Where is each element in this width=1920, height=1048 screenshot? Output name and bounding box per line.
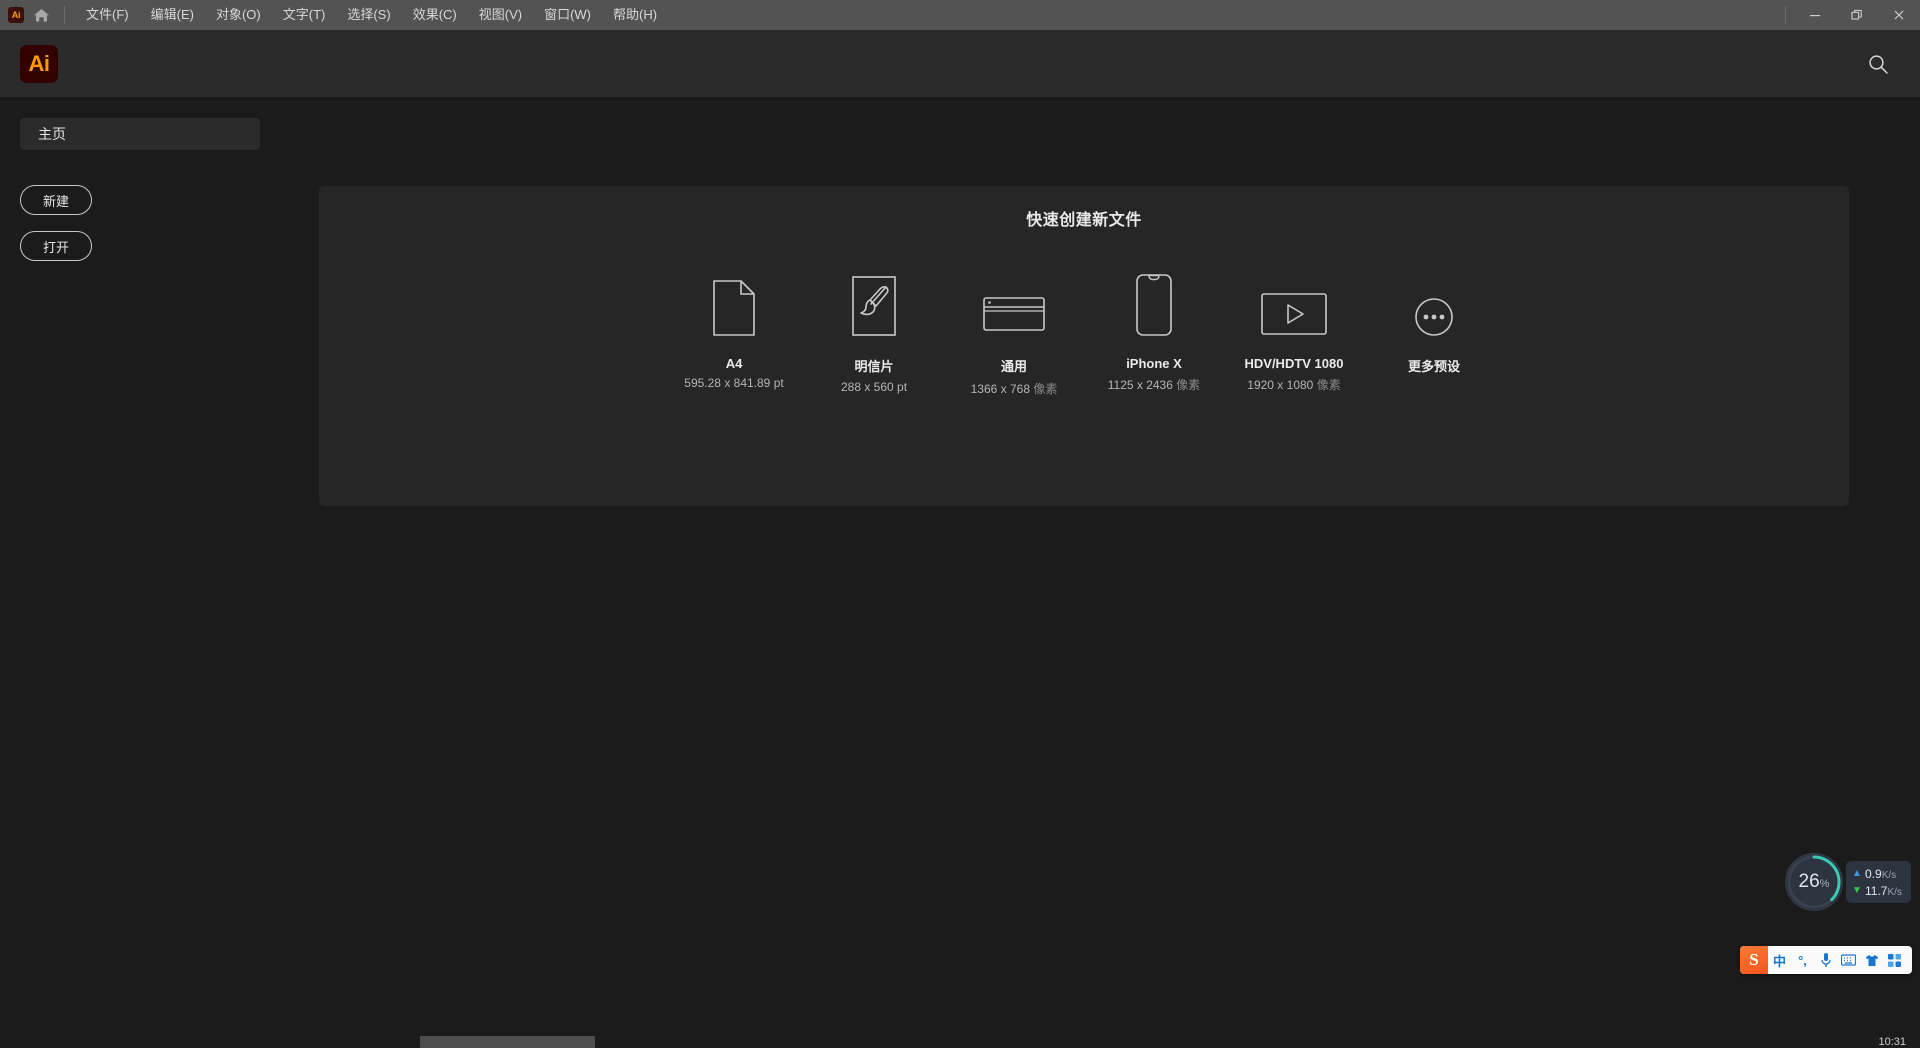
download-unit: K/s xyxy=(1887,886,1902,898)
preset-size-value: 595.28 x 841.89 pt xyxy=(684,376,784,390)
quick-create-panel: 快速创建新文件 A4 595.28 x 841.89 pt 明信片 288 x … xyxy=(319,186,1849,506)
panel-title: 快速创建新文件 xyxy=(1026,212,1142,229)
logo-text: Ai xyxy=(28,50,51,76)
menu-item-type[interactable]: 文字(T) xyxy=(272,0,337,30)
close-icon[interactable] xyxy=(1878,0,1920,30)
preset-card-iphonex[interactable]: iPhone X 1125 x 2436 像素 xyxy=(1084,268,1224,393)
sogou-logo-icon[interactable]: S xyxy=(1740,946,1768,974)
sidebar: 主页 新建 打开 xyxy=(0,98,280,277)
minimize-icon[interactable] xyxy=(1794,0,1836,30)
menu-item-window[interactable]: 窗口(W) xyxy=(533,0,602,30)
taskbar-window-button[interactable] xyxy=(420,1036,595,1048)
cpu-gauge-text: 26% xyxy=(1799,871,1830,893)
open-file-button[interactable]: 打开 xyxy=(20,231,92,261)
arrow-down-icon: ▼ xyxy=(1852,885,1862,896)
cpu-gauge: 26% xyxy=(1786,854,1842,910)
menu-item-select[interactable]: 选择(S) xyxy=(336,0,401,30)
download-value: 11.7K/s xyxy=(1865,883,1902,898)
menu-item-effect[interactable]: 效果(C) xyxy=(402,0,468,30)
restore-icon[interactable] xyxy=(1836,0,1878,30)
preset-card-more[interactable]: 更多预设 xyxy=(1364,268,1504,380)
window-controls xyxy=(1785,0,1920,30)
more-dots-icon xyxy=(1415,268,1453,336)
preset-size-value: 1366 x 768 xyxy=(970,382,1031,396)
menu-item-help[interactable]: 帮助(H) xyxy=(602,0,668,30)
preset-name: iPhone X xyxy=(1126,356,1182,371)
paintbrush-icon xyxy=(852,268,896,336)
cpu-percent-value: 26 xyxy=(1798,871,1820,892)
taskbar-clock[interactable]: 10:31 xyxy=(1878,1036,1906,1048)
preset-size: 1125 x 2436 像素 xyxy=(1108,376,1201,393)
menu-item-object[interactable]: 对象(O) xyxy=(205,0,272,30)
language-mode-icon[interactable]: 中 xyxy=(1768,946,1791,974)
ime-toolbar: S 中 °, xyxy=(1740,946,1912,974)
preset-size-unit: 像素 xyxy=(1176,378,1201,392)
network-stats: ▲ 0.9K/s ▼ 11.7K/s xyxy=(1846,861,1911,903)
title-bar: Ai 文件(F) 编辑(E) 对象(O) 文字(T) 选择(S) 效果(C) 视… xyxy=(0,0,1920,30)
keyboard-icon[interactable] xyxy=(1837,946,1860,974)
preset-card-a4[interactable]: A4 595.28 x 841.89 pt xyxy=(664,268,804,390)
menu-item-edit[interactable]: 编辑(E) xyxy=(140,0,205,30)
taskbar: 10:31 xyxy=(0,1036,1920,1048)
menu-item-file[interactable]: 文件(F) xyxy=(75,0,140,30)
performance-widget[interactable]: 26% ▲ 0.9K/s ▼ 11.7K/s xyxy=(1786,854,1911,910)
download-row: ▼ 11.7K/s xyxy=(1852,882,1902,899)
sidebar-item-home[interactable]: 主页 xyxy=(20,118,260,150)
preset-list: A4 595.28 x 841.89 pt 明信片 288 x 560 pt 通… xyxy=(319,268,1849,397)
skin-icon[interactable] xyxy=(1860,946,1883,974)
app-badge-icon: Ai xyxy=(8,7,24,23)
document-page-icon xyxy=(713,268,755,336)
preset-card-postcard[interactable]: 明信片 288 x 560 pt xyxy=(804,268,944,394)
menu-bar: 文件(F) 编辑(E) 对象(O) 文字(T) 选择(S) 效果(C) 视图(V… xyxy=(75,0,668,30)
menu-item-view[interactable]: 视图(V) xyxy=(468,0,533,30)
preset-size: 1920 x 1080 像素 xyxy=(1247,376,1340,393)
illustrator-logo: Ai xyxy=(20,44,58,83)
preset-name: A4 xyxy=(725,356,743,371)
apps-grid-icon[interactable] xyxy=(1883,946,1906,974)
preset-size: 288 x 560 pt xyxy=(841,380,907,394)
sidebar-item-label: 主页 xyxy=(38,126,66,142)
preset-name: HDV/HDTV 1080 xyxy=(1244,356,1344,371)
preset-name: 更多预设 xyxy=(1407,359,1460,374)
video-play-icon xyxy=(1261,268,1327,336)
search-icon[interactable] xyxy=(1860,46,1896,82)
upload-unit: K/s xyxy=(1881,869,1897,881)
app-header: Ai xyxy=(0,30,1920,98)
divider xyxy=(1785,6,1786,24)
preset-size-unit: 像素 xyxy=(1316,378,1341,392)
browser-window-icon xyxy=(983,268,1045,336)
phone-icon xyxy=(1136,268,1172,336)
preset-size-value: 288 x 560 pt xyxy=(840,380,908,394)
upload-value: 0.9K/s xyxy=(1865,866,1897,881)
percent-sign: % xyxy=(1819,878,1830,890)
preset-name: 通用 xyxy=(1000,359,1027,374)
preset-card-hdtv[interactable]: HDV/HDTV 1080 1920 x 1080 像素 xyxy=(1224,268,1364,393)
divider xyxy=(64,6,65,24)
new-file-button[interactable]: 新建 xyxy=(20,185,92,215)
arrow-up-icon: ▲ xyxy=(1852,868,1862,879)
microphone-icon[interactable] xyxy=(1814,946,1837,974)
sidebar-actions: 新建 打开 xyxy=(0,185,280,261)
punctuation-icon[interactable]: °, xyxy=(1791,946,1814,974)
preset-size: 1366 x 768 像素 xyxy=(971,380,1058,397)
preset-size-value: 1125 x 2436 xyxy=(1107,378,1173,392)
preset-card-web[interactable]: 通用 1366 x 768 像素 xyxy=(944,268,1084,397)
preset-size-value: 1920 x 1080 xyxy=(1247,378,1314,392)
upload-row: ▲ 0.9K/s xyxy=(1852,865,1902,882)
home-icon[interactable] xyxy=(24,0,58,30)
preset-name: 明信片 xyxy=(854,359,894,374)
illustrator-start-screen: Ai 文件(F) 编辑(E) 对象(O) 文字(T) 选择(S) 效果(C) 视… xyxy=(0,0,1920,1048)
preset-size-unit: 像素 xyxy=(1033,382,1058,396)
preset-size: 595.28 x 841.89 pt xyxy=(684,376,783,390)
